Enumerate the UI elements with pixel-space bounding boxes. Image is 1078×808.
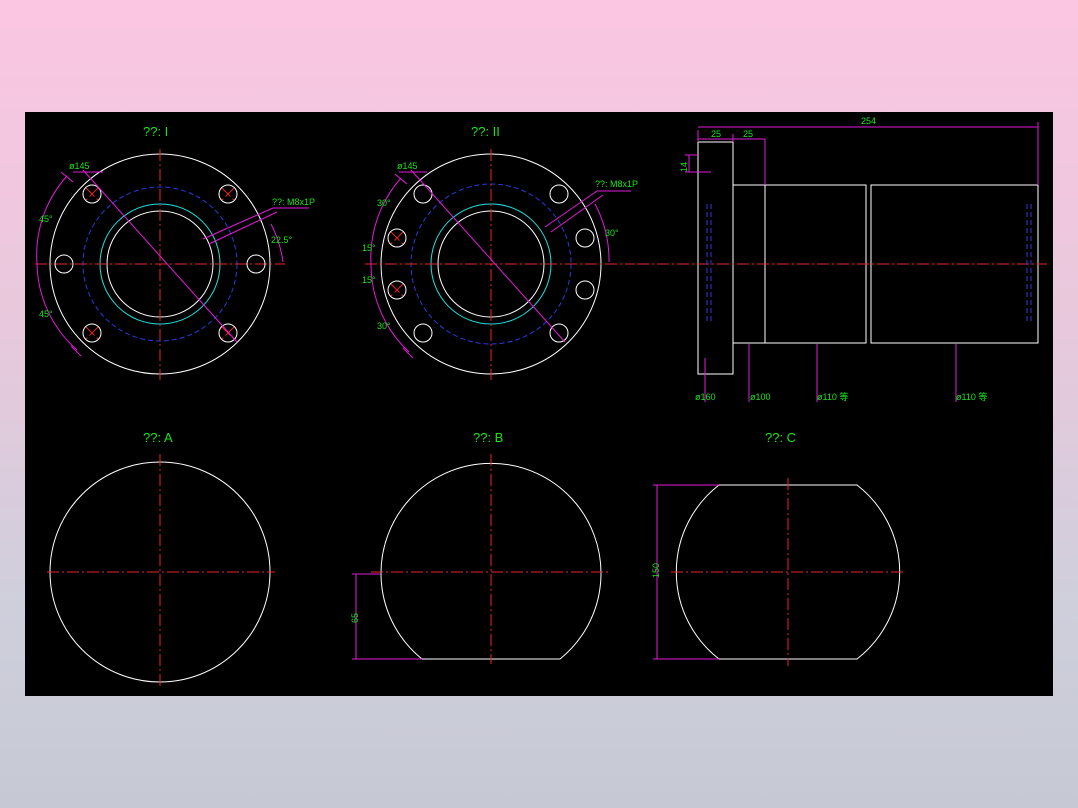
side-dia-110-b: ø110 等 xyxy=(956,391,987,402)
view-2-flange: ??: II ø145 ??: M8x1P 30° 15° 15° 30° 30 xyxy=(362,124,638,380)
cad-drawing-canvas: ??: I ø145 ??: M8x1P 45° 45° 22.5° ??: I… xyxy=(25,112,1053,696)
view-2-angle-30-right: 30° xyxy=(605,228,619,238)
cad-drawing: ??: I ø145 ??: M8x1P 45° 45° 22.5° ??: I… xyxy=(35,116,1047,688)
side-dia-110-a: ø110 等 xyxy=(817,391,848,402)
view-c-title: ??: C xyxy=(765,430,796,445)
view-1-angle-45-top: 45° xyxy=(39,214,53,224)
view-a: ??: A xyxy=(47,430,275,688)
side-view: 254 25 25 14 ø160 ø100 ø110 等 ø110 等 xyxy=(637,116,1047,402)
view-2-thread: ??: M8x1P xyxy=(595,179,638,189)
view-b-dim-65: 65 xyxy=(350,613,360,623)
side-dim-14: 14 xyxy=(679,162,689,172)
view-1-title: ??: I xyxy=(143,124,168,139)
view-1-flange: ??: I ø145 ??: M8x1P 45° 45° 22.5° xyxy=(35,124,315,380)
view-2-title: ??: II xyxy=(471,124,500,139)
view-b-title: ??: B xyxy=(473,430,503,445)
side-dim-254: 254 xyxy=(861,116,876,126)
view-1-angle-45-bottom: 45° xyxy=(39,309,53,319)
view-2-angle-15-lower: 15° xyxy=(362,275,376,285)
view-1-angle-22-5: 22.5° xyxy=(271,235,293,245)
side-dia-160: ø160 xyxy=(695,392,716,402)
view-1-thread: ??: M8x1P xyxy=(272,197,315,207)
view-2-angle-15-upper: 15° xyxy=(362,243,376,253)
side-dia-100: ø100 xyxy=(750,392,771,402)
view-a-title: ??: A xyxy=(143,430,173,445)
view-b: ??: B 65 xyxy=(350,430,611,664)
view-2-diameter: ø145 xyxy=(397,161,418,171)
view-c-dim-150: 150 xyxy=(651,563,661,578)
view-1-diameter: ø145 xyxy=(69,161,90,171)
view-2-angle-30-top: 30° xyxy=(377,198,391,208)
side-dim-25-right: 25 xyxy=(743,129,753,139)
side-dim-25-left: 25 xyxy=(711,129,721,139)
view-2-angle-30-bottom: 30° xyxy=(377,321,391,331)
view-c: ??: C 150 xyxy=(651,430,905,666)
